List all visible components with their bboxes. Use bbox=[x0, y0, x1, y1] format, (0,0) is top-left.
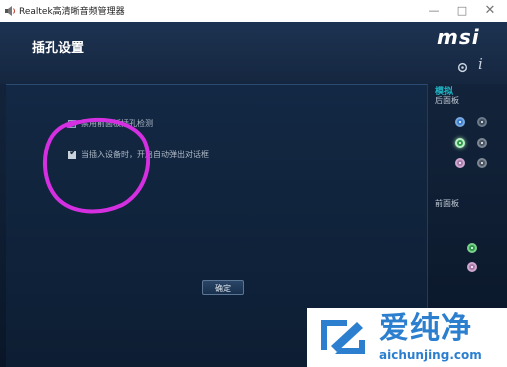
header: 插孔设置 msi i bbox=[0, 22, 507, 84]
highlight-annotation-ring bbox=[43, 117, 150, 214]
gear-icon[interactable] bbox=[457, 62, 468, 73]
back-panel-label: 后面板 bbox=[435, 96, 459, 105]
title-bar: Realtek高清晰音频管理器 — □ ✕ bbox=[0, 0, 507, 23]
speaker-app-icon bbox=[5, 6, 15, 16]
window-title: Realtek高清晰音频管理器 bbox=[19, 7, 125, 17]
brand-logo-icon bbox=[321, 320, 365, 354]
back-jack-pink-icon[interactable] bbox=[455, 158, 465, 168]
minimize-button[interactable]: — bbox=[420, 1, 448, 20]
watermark-url: aichunjing.com bbox=[379, 348, 482, 362]
maximize-button[interactable]: □ bbox=[448, 1, 476, 20]
close-button[interactable]: ✕ bbox=[476, 1, 504, 20]
back-jack-blue-icon[interactable] bbox=[455, 117, 465, 127]
front-jack-green-icon[interactable] bbox=[467, 243, 477, 253]
msi-logo: msi bbox=[437, 25, 480, 49]
front-jack-pink-icon[interactable] bbox=[467, 262, 477, 272]
back-jack-green-icon[interactable] bbox=[455, 138, 465, 148]
back-jack-gray-icon[interactable] bbox=[477, 138, 487, 148]
ok-button[interactable]: 确定 bbox=[202, 280, 244, 295]
back-jack-gray-icon[interactable] bbox=[477, 117, 487, 127]
watermark-brand: 爱纯净 bbox=[379, 311, 472, 346]
watermark: 爱纯净 aichunjing.com bbox=[307, 308, 507, 367]
front-panel-label: 前面板 bbox=[435, 199, 459, 208]
info-icon[interactable]: i bbox=[478, 55, 483, 73]
page-title: 插孔设置 bbox=[32, 41, 85, 56]
back-jack-gray-icon[interactable] bbox=[477, 158, 487, 168]
